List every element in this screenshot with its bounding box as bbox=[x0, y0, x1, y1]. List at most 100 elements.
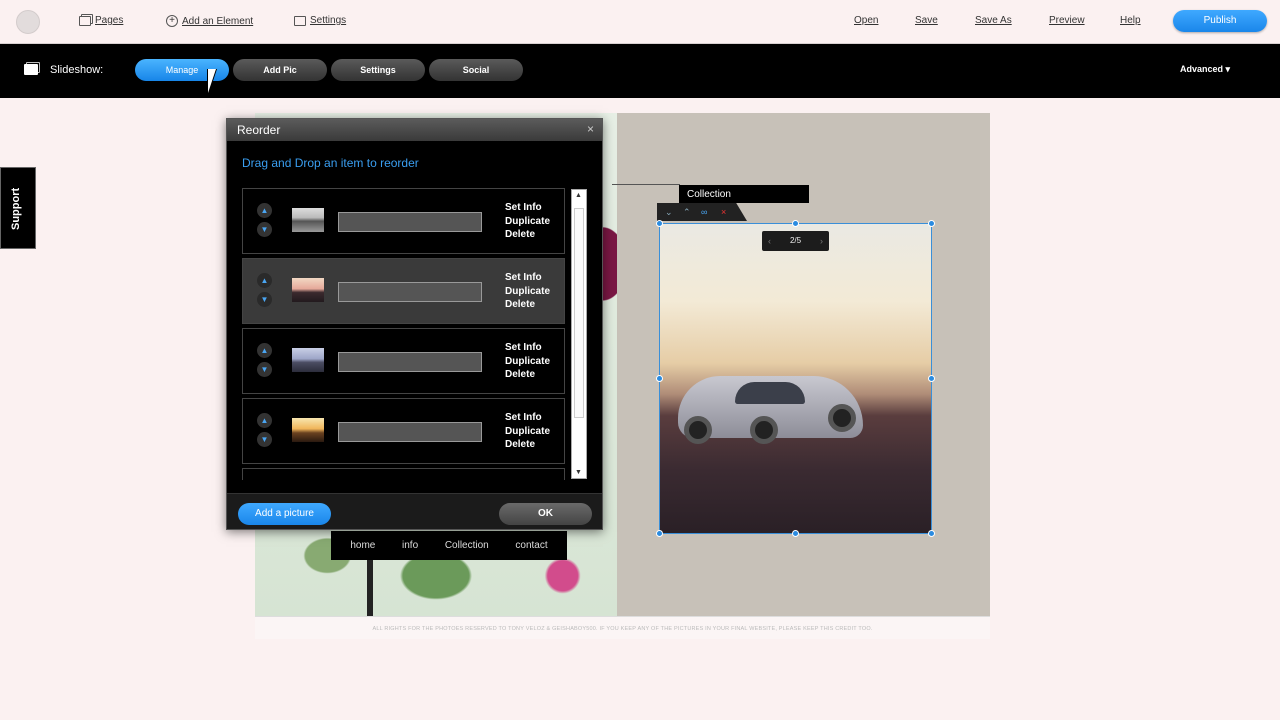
pager-count: 2/5 bbox=[789, 236, 802, 245]
delete-link[interactable]: Delete bbox=[505, 298, 550, 312]
reorder-arrows: ▲ ▼ bbox=[257, 413, 272, 449]
add-element-label: Add an Element bbox=[182, 15, 254, 27]
resize-handle-l[interactable] bbox=[656, 375, 663, 382]
save-as-button[interactable]: Save As bbox=[975, 15, 1012, 26]
image-widget-toolbar: ⌄ ⌃ ∞ × bbox=[657, 203, 747, 221]
credits-footer: ALL RIGHTS FOR THE PHOTOES RESERVED TO T… bbox=[255, 616, 990, 639]
set-info-link[interactable]: Set Info bbox=[505, 411, 550, 425]
collection-title[interactable]: Collection bbox=[679, 185, 809, 203]
duplicate-link[interactable]: Duplicate bbox=[505, 285, 550, 299]
set-info-link[interactable]: Set Info bbox=[505, 271, 550, 285]
tab-settings[interactable]: Settings bbox=[331, 59, 425, 81]
preview-button[interactable]: Preview bbox=[1049, 15, 1085, 26]
car-wheel-front bbox=[750, 416, 778, 444]
delete-link[interactable]: Delete bbox=[505, 228, 550, 242]
dialog-title: Reorder bbox=[237, 123, 281, 137]
nav-collection[interactable]: Collection bbox=[445, 540, 489, 551]
settings-button[interactable]: Settings bbox=[294, 15, 346, 26]
car-window-shape bbox=[735, 382, 805, 404]
delete-link[interactable]: Delete bbox=[505, 438, 550, 452]
publish-button[interactable]: Publish bbox=[1173, 10, 1267, 32]
move-down-icon[interactable]: ▼ bbox=[257, 222, 272, 237]
pages-button[interactable]: Pages bbox=[79, 15, 123, 26]
nav-info[interactable]: info bbox=[402, 540, 418, 551]
list-item[interactable]: ▲ ▼ Set Info Duplicate Delete bbox=[242, 258, 565, 324]
scroll-thumb[interactable] bbox=[574, 208, 584, 418]
close-icon[interactable]: × bbox=[587, 122, 594, 136]
duplicate-link[interactable]: Duplicate bbox=[505, 355, 550, 369]
set-info-link[interactable]: Set Info bbox=[505, 201, 550, 215]
reorder-instruction: Drag and Drop an item to reorder bbox=[242, 156, 419, 170]
slideshow-pager: ‹ 2/5 › bbox=[762, 231, 829, 251]
next-arrow-icon[interactable]: › bbox=[820, 231, 823, 251]
move-up-icon[interactable]: ▲ bbox=[257, 413, 272, 428]
photo-thumbnail bbox=[292, 418, 324, 442]
scroll-up-icon[interactable]: ▲ bbox=[575, 192, 582, 199]
move-up-icon[interactable]: ▲ bbox=[257, 273, 272, 288]
open-button[interactable]: Open bbox=[854, 15, 878, 26]
chevron-down-icon[interactable]: ⌄ bbox=[665, 207, 673, 218]
support-label: Support bbox=[10, 187, 22, 230]
move-down-icon[interactable]: ▼ bbox=[257, 292, 272, 307]
chevron-up-icon[interactable]: ⌃ bbox=[683, 207, 691, 218]
item-title-field[interactable] bbox=[338, 352, 482, 372]
nav-contact[interactable]: contact bbox=[515, 540, 547, 551]
resize-handle-b[interactable] bbox=[792, 530, 799, 537]
save-button[interactable]: Save bbox=[915, 15, 938, 26]
nav-home[interactable]: home bbox=[350, 540, 375, 551]
resize-handle-tr[interactable] bbox=[928, 220, 935, 227]
photo-thumbnail bbox=[292, 208, 324, 232]
slideshow-label: Slideshow: bbox=[50, 64, 104, 76]
folder-icon bbox=[294, 15, 306, 26]
list-item[interactable]: ▲ ▼ Set Info Duplicate Delete bbox=[242, 188, 565, 254]
help-button[interactable]: Help bbox=[1120, 15, 1141, 26]
reorder-list: ▲ ▼ Set Info Duplicate Delete ▲ ▼ Set In… bbox=[241, 188, 567, 480]
tab-add-pic[interactable]: Add Pic bbox=[233, 59, 327, 81]
move-up-icon[interactable]: ▲ bbox=[257, 203, 272, 218]
slideshow-bar: Slideshow: Manage Add Pic Settings Socia… bbox=[0, 44, 1280, 98]
support-tab[interactable]: Support bbox=[0, 167, 36, 249]
pages-label: Pages bbox=[95, 15, 124, 26]
move-down-icon[interactable]: ▼ bbox=[257, 432, 272, 447]
delete-link[interactable]: Delete bbox=[505, 368, 550, 382]
add-element-icon: + bbox=[166, 15, 178, 27]
tab-social[interactable]: Social bbox=[429, 59, 523, 81]
move-down-icon[interactable]: ▼ bbox=[257, 362, 272, 377]
item-actions: Set Info Duplicate Delete bbox=[505, 341, 550, 382]
site-nav: home info Collection contact bbox=[331, 531, 567, 560]
link-icon[interactable]: ∞ bbox=[701, 207, 707, 217]
duplicate-link[interactable]: Duplicate bbox=[505, 425, 550, 439]
app-logo-icon[interactable] bbox=[16, 10, 40, 34]
add-picture-button[interactable]: Add a picture bbox=[238, 503, 331, 525]
resize-handle-t[interactable] bbox=[792, 220, 799, 227]
pages-icon bbox=[79, 15, 91, 26]
slideshow-photo[interactable] bbox=[659, 223, 932, 534]
resize-handle-tl[interactable] bbox=[656, 220, 663, 227]
list-item[interactable] bbox=[242, 468, 565, 480]
advanced-dropdown[interactable]: Advanced ▾ bbox=[1180, 64, 1230, 75]
duplicate-link[interactable]: Duplicate bbox=[505, 215, 550, 229]
close-icon[interactable]: × bbox=[721, 207, 726, 217]
item-title-field[interactable] bbox=[338, 212, 482, 232]
item-actions: Set Info Duplicate Delete bbox=[505, 271, 550, 312]
item-title-field[interactable] bbox=[338, 422, 482, 442]
list-scrollbar[interactable]: ▲ ▼ bbox=[571, 189, 587, 479]
list-item[interactable]: ▲ ▼ Set Info Duplicate Delete bbox=[242, 328, 565, 394]
resize-handle-bl[interactable] bbox=[656, 530, 663, 537]
reorder-dialog: Reorder × Drag and Drop an item to reord… bbox=[226, 118, 603, 530]
move-up-icon[interactable]: ▲ bbox=[257, 343, 272, 358]
resize-handle-br[interactable] bbox=[928, 530, 935, 537]
list-item[interactable]: ▲ ▼ Set Info Duplicate Delete bbox=[242, 398, 565, 464]
item-actions: Set Info Duplicate Delete bbox=[505, 411, 550, 452]
reorder-arrows: ▲ ▼ bbox=[257, 343, 272, 379]
add-element-button[interactable]: + Add an Element bbox=[166, 15, 253, 27]
save-label: Save bbox=[915, 15, 938, 26]
resize-handle-r[interactable] bbox=[928, 375, 935, 382]
prev-arrow-icon[interactable]: ‹ bbox=[768, 231, 771, 251]
ok-button[interactable]: OK bbox=[499, 503, 592, 525]
floral-stem-decoration bbox=[367, 560, 373, 616]
scroll-down-icon[interactable]: ▼ bbox=[575, 469, 582, 476]
set-info-link[interactable]: Set Info bbox=[505, 341, 550, 355]
item-title-field[interactable] bbox=[338, 282, 482, 302]
dialog-header[interactable]: Reorder × bbox=[227, 119, 602, 141]
